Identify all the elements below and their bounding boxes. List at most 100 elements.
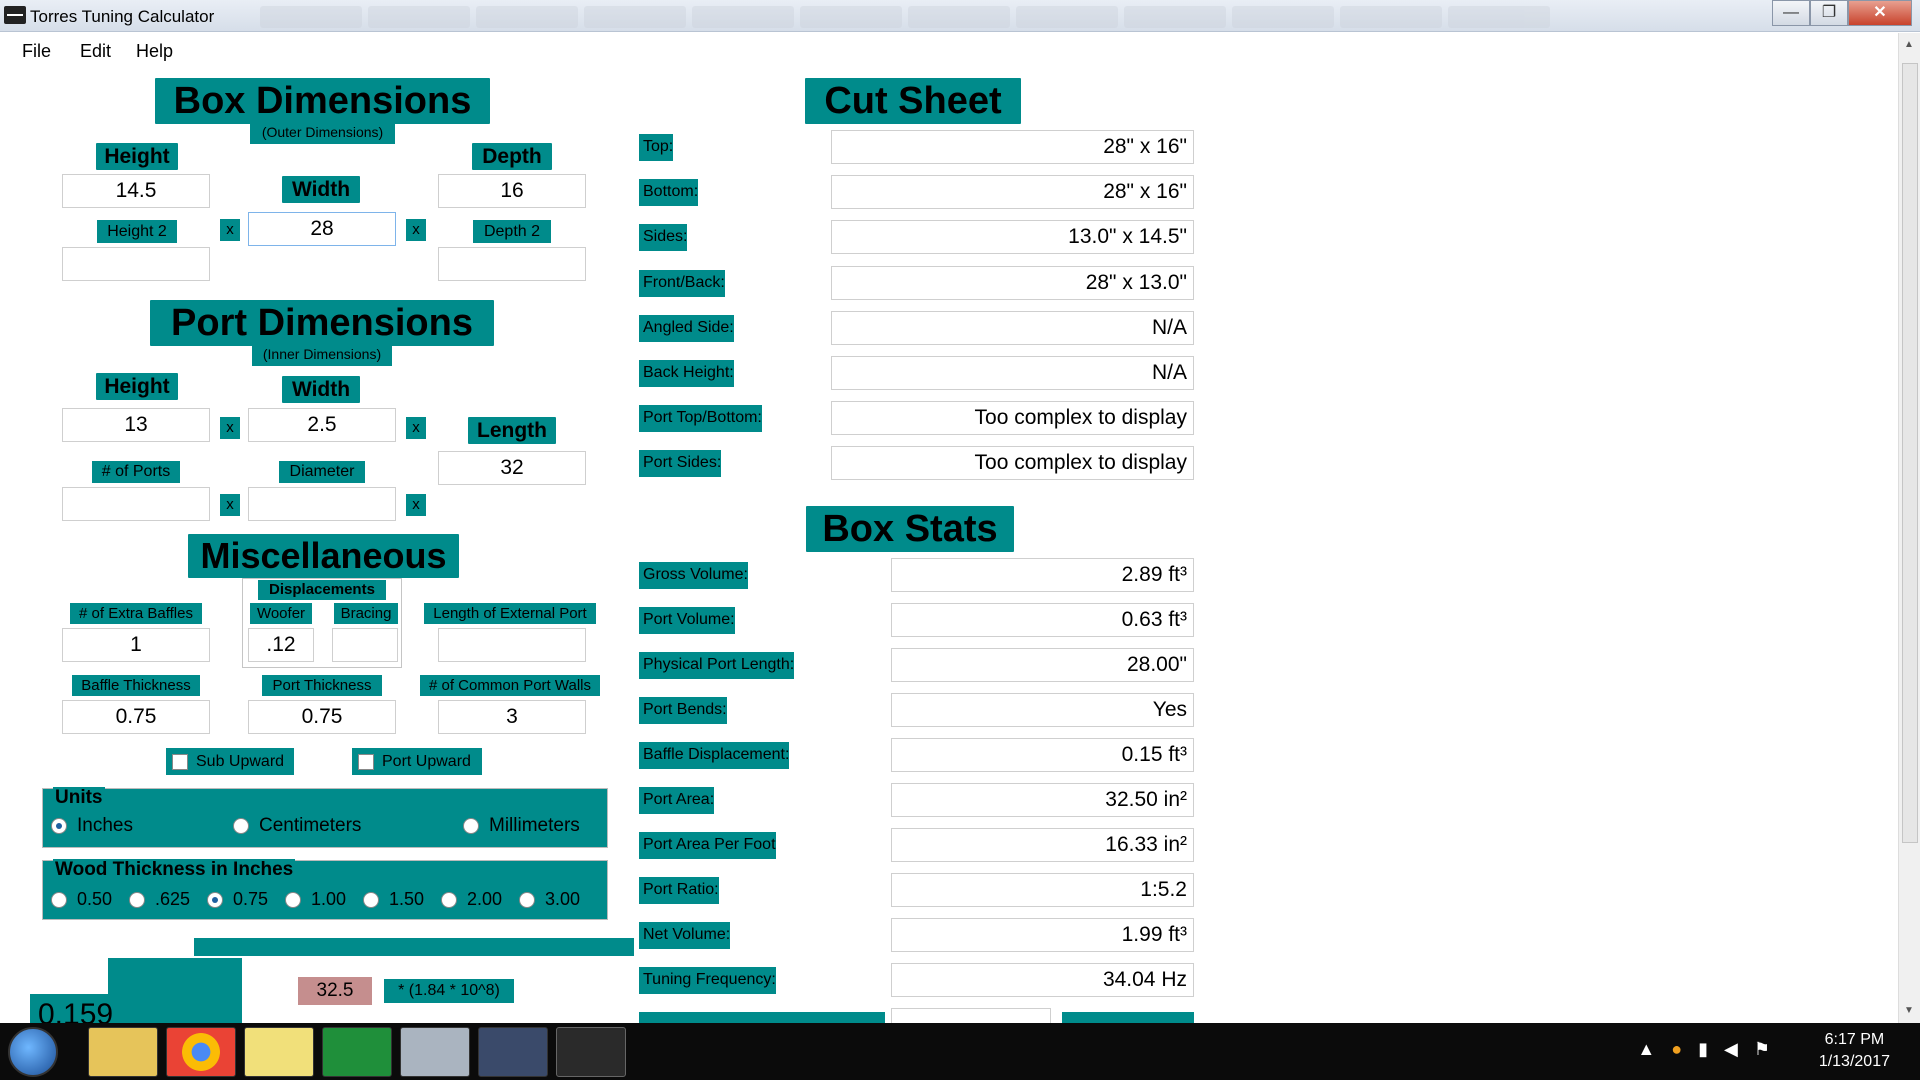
extra-baffles-input[interactable]: [62, 628, 210, 662]
box-depth-label: Depth: [472, 143, 552, 170]
tray-app-icon[interactable]: ●: [1671, 1039, 1682, 1060]
misc-title: Miscellaneous: [188, 534, 459, 578]
woofer-input[interactable]: [248, 628, 314, 662]
box-dimensions-subtitle: (Outer Dimensions): [250, 124, 395, 144]
baffle-thickness-input[interactable]: [62, 700, 210, 734]
cut-sides-value[interactable]: [831, 220, 1194, 254]
units-millimeters-radio[interactable]: Millimeters: [463, 815, 580, 837]
stat-port-area-label: Port Area:: [639, 787, 715, 814]
wood-0625-label: .625: [155, 889, 191, 909]
stat-port-area-value[interactable]: [891, 783, 1194, 817]
cut-port-top-bottom-label: Port Top/Bottom:: [639, 405, 762, 432]
port-length-label: Length: [468, 417, 556, 444]
vertical-scrollbar[interactable]: ▲ ▼: [1898, 33, 1920, 1023]
scrollbar-thumb[interactable]: [1902, 63, 1918, 843]
minimize-button[interactable]: —: [1772, 0, 1810, 26]
stat-gross-volume-label: Gross Volume:: [639, 562, 748, 589]
calculator-icon[interactable]: [400, 1027, 470, 1077]
external-port-label: Length of External Port: [424, 603, 596, 624]
cut-port-sides-value[interactable]: [831, 446, 1194, 480]
wood-thickness-title: Wood Thickness in Inches: [53, 859, 296, 881]
wood-050-radio[interactable]: 0.50: [51, 889, 112, 910]
stat-port-bends-value[interactable]: [891, 693, 1194, 727]
stat-net-volume-value[interactable]: [891, 918, 1194, 952]
wood-200-radio[interactable]: 2.00: [441, 889, 502, 910]
port-length-input[interactable]: [438, 451, 586, 485]
stat-port-volume-value[interactable]: [891, 603, 1194, 637]
sub-upward-label: Sub Upward: [196, 752, 285, 770]
flag-icon[interactable]: ⚑: [1754, 1039, 1770, 1060]
torres-tuning-icon[interactable]: [556, 1027, 626, 1077]
cut-port-top-bottom-value[interactable]: [831, 401, 1194, 435]
clock-time: 6:17 PM: [1824, 1031, 1885, 1048]
clock[interactable]: 6:17 PM 1/13/2017: [1819, 1029, 1890, 1073]
stat-port-ratio-label: Port Ratio:: [639, 877, 719, 904]
sub-upward-checkbox[interactable]: Sub Upward: [166, 748, 294, 775]
cut-back-height-label: Back Height:: [639, 360, 734, 387]
cut-front-back-value[interactable]: [831, 266, 1194, 300]
common-port-walls-input[interactable]: [438, 700, 586, 734]
volume-icon[interactable]: ◀: [1724, 1039, 1738, 1060]
cutoff-input: [891, 1008, 1051, 1023]
network-icon[interactable]: ▮: [1698, 1039, 1708, 1060]
box-x-left: x: [220, 219, 240, 241]
port-upward-checkbox[interactable]: Port Upward: [352, 748, 482, 775]
box-depth2-input[interactable]: [438, 247, 586, 281]
app-icon: [4, 6, 26, 24]
system-tray: ▲ ● ▮ ◀ ⚑: [1637, 1039, 1770, 1060]
box-stats-title: Box Stats: [806, 506, 1014, 552]
port-width-input[interactable]: [248, 408, 396, 442]
wood-150-radio[interactable]: 1.50: [363, 889, 424, 910]
cut-bottom-value[interactable]: [831, 175, 1194, 209]
num-ports-label: # of Ports: [92, 461, 180, 483]
bottom-calc-input[interactable]: 32.5: [298, 977, 372, 1005]
explorer-icon[interactable]: [88, 1027, 158, 1077]
num-ports-input[interactable]: [62, 487, 210, 521]
sticky-notes-icon[interactable]: [244, 1027, 314, 1077]
tray-arrow-icon[interactable]: ▲: [1637, 1039, 1655, 1060]
radio-icon: [51, 891, 67, 908]
menu-edit[interactable]: Edit: [80, 41, 111, 62]
wood-075-radio[interactable]: 0.75: [207, 889, 268, 910]
title-bar: Torres Tuning Calculator — ❐ ✕: [0, 0, 1920, 32]
gem-app-icon[interactable]: [322, 1027, 392, 1077]
units-centimeters-radio[interactable]: Centimeters: [233, 815, 361, 837]
box-height-input[interactable]: [62, 174, 210, 208]
wood-0625-radio[interactable]: .625: [129, 889, 190, 910]
box-height2-input[interactable]: [62, 247, 210, 281]
menu-file[interactable]: File: [22, 41, 51, 62]
scroll-down-icon[interactable]: ▼: [1904, 1005, 1914, 1016]
scroll-up-icon[interactable]: ▲: [1904, 39, 1914, 50]
maximize-button[interactable]: ❐: [1810, 0, 1848, 26]
port-dimensions-title: Port Dimensions: [150, 300, 494, 346]
bottom-calc-formula: * (1.84 * 10^8): [384, 979, 514, 1003]
stat-baffle-displacement-value[interactable]: [891, 738, 1194, 772]
menu-help[interactable]: Help: [136, 41, 173, 62]
wood-300-radio[interactable]: 3.00: [519, 889, 580, 910]
port-thickness-input[interactable]: [248, 700, 396, 734]
box-depth-input[interactable]: [438, 174, 586, 208]
wm-app-icon[interactable]: [478, 1027, 548, 1077]
chrome-icon[interactable]: [166, 1027, 236, 1077]
units-inches-radio[interactable]: Inches: [51, 815, 133, 837]
port-height-input[interactable]: [62, 408, 210, 442]
cut-top-value[interactable]: [831, 130, 1194, 164]
external-port-input[interactable]: [438, 628, 586, 662]
bracing-input[interactable]: [332, 628, 398, 662]
stat-tuning-frequency-value[interactable]: [891, 963, 1194, 997]
port-x-right: x: [406, 417, 426, 439]
stat-gross-volume-value[interactable]: [891, 558, 1194, 592]
diameter-input[interactable]: [248, 487, 396, 521]
cut-angled-side-value[interactable]: [831, 311, 1194, 345]
cut-back-height-value[interactable]: [831, 356, 1194, 390]
stat-port-bends-label: Port Bends:: [639, 697, 727, 724]
stat-port-ratio-value[interactable]: [891, 873, 1194, 907]
wood-100-radio[interactable]: 1.00: [285, 889, 346, 910]
box-width-input[interactable]: [248, 212, 396, 246]
stat-port-area-per-foot-value[interactable]: [891, 828, 1194, 862]
stat-physical-port-length-value[interactable]: [891, 648, 1194, 682]
close-button[interactable]: ✕: [1848, 0, 1912, 26]
ports-x-left: x: [220, 494, 240, 516]
diameter-label: Diameter: [279, 461, 365, 483]
start-button[interactable]: [8, 1027, 58, 1077]
